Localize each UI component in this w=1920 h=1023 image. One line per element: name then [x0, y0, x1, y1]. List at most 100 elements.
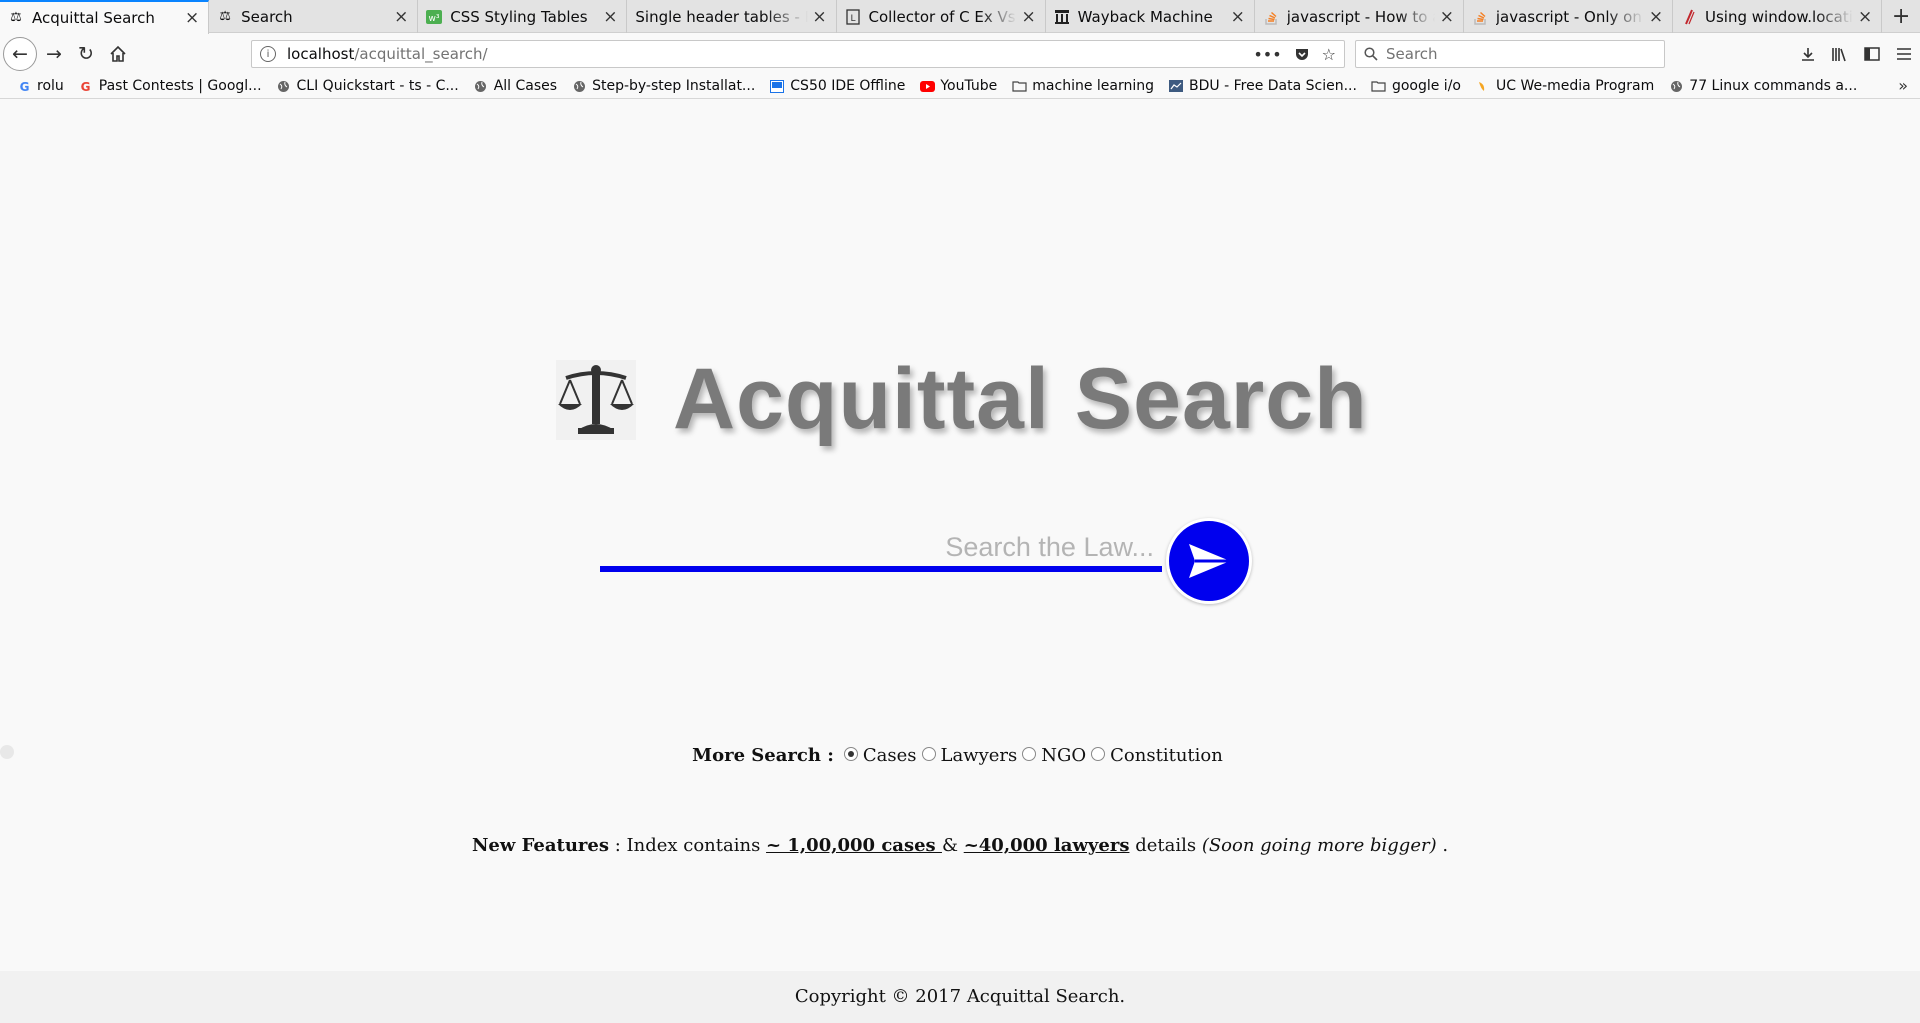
search-submit-button[interactable]	[1166, 518, 1252, 604]
tab-title: javascript - How to ad	[1286, 7, 1435, 26]
info-icon[interactable]: i	[260, 46, 276, 62]
tab-collector[interactable]: L Collector of C Ex Vs Su ×	[837, 0, 1046, 33]
svg-text:G: G	[81, 80, 91, 93]
reload-button[interactable]: ↻	[71, 39, 101, 69]
tab-using-window-location[interactable]: Using window.locatio ×	[1673, 0, 1883, 33]
globe-icon	[571, 78, 587, 94]
radio-label: Constitution	[1110, 745, 1223, 766]
radio-cases[interactable]: Cases	[843, 745, 917, 766]
bookmark-item[interactable]: CLI Quickstart - ts - C...	[276, 78, 459, 94]
bookmark-folder[interactable]: machine learning	[1011, 78, 1154, 94]
tab-javascript-only-on[interactable]: javascript - Only on Fi ×	[1464, 0, 1673, 33]
scales-icon: ⚖	[219, 8, 231, 24]
radio-button[interactable]	[843, 746, 858, 761]
menu-icon[interactable]	[1888, 39, 1920, 69]
pocket-icon[interactable]	[1294, 46, 1310, 62]
bdu-icon	[1168, 78, 1184, 94]
tab-title: javascript - Only on Fi	[1495, 7, 1644, 26]
page-actions-icon[interactable]: •••	[1253, 45, 1281, 64]
law-search-form	[600, 518, 1255, 608]
arrow-right-icon: →	[46, 43, 62, 65]
tab-single-header-tables[interactable]: Single header tables - Fo ×	[627, 0, 837, 33]
bookmark-item[interactable]: Step-by-step Installat...	[571, 78, 755, 94]
search-placeholder: Search	[1386, 45, 1438, 63]
bookmark-star-icon[interactable]: ☆	[1322, 45, 1336, 64]
close-icon[interactable]: ×	[393, 7, 409, 27]
archive-icon	[1054, 9, 1070, 25]
radio-button[interactable]	[1022, 746, 1037, 761]
more-search-options: More Search : Cases Lawyers NGO Constitu…	[0, 745, 1920, 766]
chevron-double-right-icon[interactable]: »	[1898, 76, 1908, 95]
close-icon[interactable]: ×	[1439, 7, 1455, 27]
radio-ngo[interactable]: NGO	[1022, 745, 1086, 766]
radio-lawyers[interactable]: Lawyers	[921, 745, 1018, 766]
tab-title: Search	[241, 7, 293, 26]
radio-button[interactable]	[921, 746, 936, 761]
radio-button[interactable]	[1091, 746, 1106, 761]
law-search-input[interactable]	[600, 528, 1162, 572]
close-icon[interactable]: ×	[1857, 7, 1873, 27]
radio-constitution[interactable]: Constitution	[1091, 745, 1223, 766]
cases-count-link[interactable]: ~ 1,00,000 cases	[766, 835, 942, 856]
google-icon: G	[78, 78, 94, 94]
features-text: : Index contains	[609, 835, 767, 856]
tab-search[interactable]: ⚖ Search ×	[209, 0, 419, 33]
home-button[interactable]	[103, 39, 133, 69]
features-end: .	[1436, 835, 1449, 856]
radio-label: Lawyers	[940, 745, 1018, 766]
tab-strip: ⚖ Acquittal Search × ⚖ Search × w³ CSS S…	[0, 0, 1920, 34]
new-tab-button[interactable]: +	[1882, 0, 1920, 33]
uc-icon	[1475, 78, 1491, 94]
tab-css-styling-tables[interactable]: w³ CSS Styling Tables ×	[418, 0, 628, 33]
close-icon[interactable]: ×	[1021, 7, 1037, 27]
features-details: details	[1129, 835, 1202, 856]
tab-title: Acquittal Search	[32, 9, 155, 27]
tab-title: CSS Styling Tables	[450, 7, 588, 26]
url-path: /acquittal_search/	[354, 45, 488, 63]
close-icon[interactable]: ×	[184, 8, 200, 28]
brand-header: Acquittal Search	[555, 350, 1368, 449]
w3schools-icon: w³	[426, 9, 443, 25]
address-bar[interactable]: i localhost/acquittal_search/ ••• ☆	[251, 40, 1345, 68]
forward-button[interactable]: →	[39, 39, 69, 69]
toolbar-icons	[1792, 39, 1920, 69]
bookmark-item[interactable]: UC We-media Program	[1475, 78, 1654, 94]
bookmark-item[interactable]: CS50 IDE Offline	[769, 78, 905, 94]
library-icon[interactable]	[1824, 39, 1856, 69]
bookmark-folder[interactable]: google i/o	[1371, 78, 1461, 94]
folder-icon	[1371, 78, 1387, 94]
bookmark-item[interactable]: YouTube	[919, 78, 997, 94]
tab-javascript-how-to[interactable]: javascript - How to ad ×	[1255, 0, 1464, 33]
bookmark-item[interactable]: Grolu	[16, 78, 64, 94]
tab-title: Wayback Machine	[1077, 7, 1213, 26]
bookmark-item[interactable]: 77 Linux commands a...	[1668, 78, 1857, 94]
close-icon[interactable]: ×	[1648, 7, 1664, 27]
close-icon[interactable]: ×	[1230, 7, 1246, 27]
more-search-label: More Search :	[692, 745, 834, 766]
svg-text:G: G	[19, 80, 29, 93]
close-icon[interactable]: ×	[602, 7, 618, 27]
tab-wayback-machine[interactable]: Wayback Machine ×	[1046, 0, 1255, 33]
sidebar-icon[interactable]	[1856, 39, 1888, 69]
page-content: Acquittal Search More Search : Cases Law…	[0, 100, 1920, 1023]
send-arrow-icon	[1189, 544, 1230, 578]
bookmark-label: YouTube	[940, 78, 998, 94]
lawyers-count-link[interactable]: ~40,000 lawyers	[964, 835, 1130, 856]
page-footer: Copyright © 2017 Acquittal Search.	[0, 971, 1920, 1023]
features-label: New Features	[471, 835, 609, 856]
svg-text:w³: w³	[429, 14, 440, 24]
back-button[interactable]: ←	[3, 37, 37, 71]
stackoverflow-icon	[1263, 9, 1279, 25]
features-note: (Soon going more bigger)	[1201, 835, 1437, 856]
url-host: localhost	[287, 45, 355, 63]
bookmark-item[interactable]: BDU - Free Data Scien...	[1168, 78, 1357, 94]
tab-acquittal-search[interactable]: ⚖ Acquittal Search ×	[0, 0, 210, 34]
close-icon[interactable]: ×	[812, 7, 828, 27]
downloads-icon[interactable]	[1792, 39, 1824, 69]
document-icon: L	[845, 8, 861, 25]
browser-search-input[interactable]: Search	[1355, 40, 1665, 68]
bookmark-item[interactable]: All Cases	[473, 78, 557, 94]
bookmark-label: CLI Quickstart - ts - C...	[296, 78, 459, 94]
youtube-icon	[919, 78, 935, 94]
bookmark-item[interactable]: G Past Contests | Googl...	[78, 78, 262, 94]
